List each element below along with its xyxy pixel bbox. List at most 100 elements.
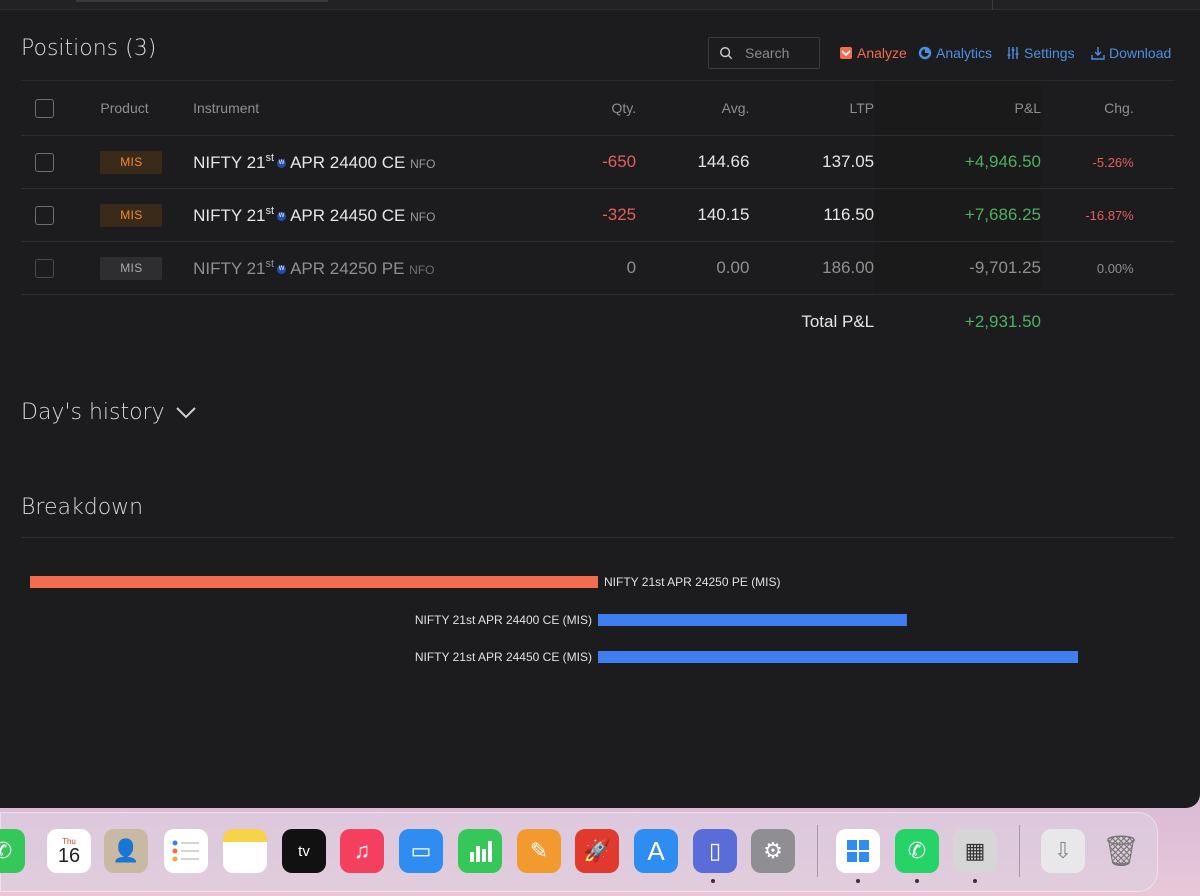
keynote-icon[interactable]: ▭ — [399, 829, 443, 873]
simulator-icon[interactable]: ▯ — [693, 829, 737, 873]
download-icon — [1091, 47, 1105, 60]
days-history-title: Day's history — [21, 400, 165, 425]
ltp-cell: 137.05 — [749, 135, 875, 189]
instrument-cell[interactable]: NIFTY 21st W APR 24250 PE NFO — [193, 241, 534, 295]
analytics-icon — [918, 46, 932, 60]
instrument-name: NIFTY 21 — [193, 258, 266, 278]
running-indicator — [915, 879, 919, 883]
app-store-icon[interactable]: A — [634, 829, 678, 873]
downloads-icon[interactable]: ⇩ — [1041, 829, 1085, 873]
instrument-rest: APR 24450 CE — [290, 205, 406, 225]
system-settings-icon[interactable]: ⚙ — [751, 829, 795, 873]
bar-label-0: NIFTY 21st APR 24250 PE (MIS) — [604, 575, 781, 589]
trash-icon[interactable]: 🗑 — [1099, 829, 1143, 873]
col-ltp[interactable]: LTP — [749, 80, 875, 136]
settings-sliders-icon — [1007, 47, 1019, 59]
apple-tv-icon[interactable]: tv — [282, 829, 326, 873]
exchange-label: NFO — [410, 209, 436, 224]
download-label: Download — [1109, 45, 1172, 61]
col-product[interactable]: Product — [68, 80, 194, 136]
row-checkbox[interactable] — [35, 153, 54, 172]
numbers-icon[interactable] — [458, 829, 502, 873]
row-checkbox[interactable] — [35, 206, 54, 225]
dock: ✆ Thu 16 👤 tv ♫ ▭ ✎ 🚀 A ▯ ⚙ ✆ ▦ ⇩ 🗑 — [0, 812, 1158, 892]
col-pnl[interactable]: P&L — [874, 80, 1042, 136]
bar-label-1: NIFTY 21st APR 24400 CE (MIS) — [415, 613, 592, 627]
calendar-date: 16 — [57, 844, 81, 867]
weekly-badge: W — [277, 158, 287, 168]
select-all-cell — [21, 80, 69, 136]
pnl-cell: +4,946.50 — [874, 135, 1042, 189]
dock-divider — [817, 825, 818, 877]
rocket-icon[interactable]: 🚀 — [575, 829, 619, 873]
instrument-name: NIFTY 21 — [193, 152, 266, 172]
settings-button[interactable]: Settings — [1006, 45, 1075, 61]
breakdown-divider — [21, 537, 1175, 538]
windows-app-icon[interactable] — [836, 829, 880, 873]
pnl-cell: -9,701.25 — [874, 241, 1042, 295]
select-all-checkbox[interactable] — [35, 98, 54, 118]
top-strip — [0, 0, 1200, 10]
instrument-name: NIFTY 21 — [193, 205, 266, 225]
exchange-label: NFO — [409, 262, 435, 277]
instrument-rest: APR 24400 CE — [290, 152, 406, 172]
bar-1[interactable] — [598, 614, 907, 626]
col-qty[interactable]: Qty. — [533, 80, 637, 136]
days-history-toggle[interactable]: Day's history — [21, 400, 197, 425]
calendar-icon[interactable]: Thu 16 — [47, 829, 91, 873]
table-row[interactable]: MIS NIFTY 21st W APR 24400 CE NFO -650 144… — [21, 135, 1175, 189]
contacts-icon[interactable]: 👤 — [104, 829, 148, 873]
chevron-down-icon — [175, 406, 196, 418]
col-instrument[interactable]: Instrument — [193, 80, 534, 136]
col-avg[interactable]: Avg. — [636, 80, 750, 136]
row-checkbox[interactable] — [35, 259, 54, 278]
product-badge: MIS — [100, 256, 163, 280]
analyze-icon — [840, 47, 852, 59]
chg-cell: -5.26% — [1041, 135, 1134, 189]
instrument-cell[interactable]: NIFTY 21st W APR 24400 CE NFO — [193, 135, 534, 189]
weekly-badge: W — [277, 264, 287, 274]
table-header-row: Product Instrument Qty. Avg. LTP P&L Chg… — [21, 80, 1175, 136]
calculator-icon[interactable]: ▦ — [953, 829, 997, 873]
pnl-cell: +7,686.25 — [874, 188, 1042, 242]
pages-icon[interactable]: ✎ — [517, 829, 561, 873]
table-row[interactable]: MIS NIFTY 21st W APR 24450 CE NFO -325 140… — [21, 188, 1175, 242]
kite-window: Positions (3) Analyze Analytics Settings… — [0, 0, 1200, 808]
instrument-rest: APR 24250 PE — [290, 258, 405, 278]
qty-cell: -325 — [533, 188, 637, 242]
top-divider — [992, 0, 993, 10]
positions-table: Product Instrument Qty. Avg. LTP P&L Chg… — [21, 80, 1175, 349]
bar-label-2: NIFTY 21st APR 24450 CE (MIS) — [415, 650, 592, 664]
music-icon[interactable]: ♫ — [340, 829, 384, 873]
search-input[interactable] — [745, 45, 817, 61]
reminders-icon[interactable] — [164, 829, 208, 873]
total-row: Total P&L +2,931.50 — [21, 295, 1175, 349]
qty-cell: -650 — [533, 135, 637, 189]
product-badge: MIS — [100, 150, 163, 174]
col-chg[interactable]: Chg. — [1041, 80, 1134, 136]
bar-0[interactable] — [30, 576, 598, 588]
search-icon — [720, 47, 733, 60]
instrument-cell[interactable]: NIFTY 21st W APR 24450 CE NFO — [193, 188, 534, 242]
download-button[interactable]: Download — [1091, 45, 1171, 61]
settings-label: Settings — [1024, 45, 1075, 61]
table-row[interactable]: MIS NIFTY 21st W APR 24250 PE NFO 0 0.00 1… — [21, 241, 1175, 295]
top-tab[interactable] — [76, 0, 328, 2]
search-box[interactable] — [708, 37, 820, 69]
running-indicator — [973, 879, 977, 883]
instrument-sup: st — [265, 204, 275, 217]
notes-icon[interactable] — [223, 829, 267, 873]
ltp-cell: 116.50 — [749, 188, 875, 242]
qty-cell: 0 — [533, 241, 637, 295]
analytics-button[interactable]: Analytics — [918, 45, 992, 61]
whatsapp-icon[interactable]: ✆ — [895, 829, 939, 873]
phone-icon[interactable]: ✆ — [0, 829, 25, 873]
instrument-sup: st — [265, 257, 275, 270]
analyze-button[interactable]: Analyze — [839, 45, 907, 61]
chg-cell: -16.87% — [1041, 188, 1134, 242]
avg-cell: 144.66 — [636, 135, 750, 189]
analyze-label: Analyze — [857, 45, 907, 61]
total-pnl-label: Total P&L — [801, 311, 875, 331]
breakdown-chart: NIFTY 21st APR 24250 PE (MIS) NIFTY 21st … — [30, 575, 1078, 664]
bar-2[interactable] — [598, 651, 1078, 663]
